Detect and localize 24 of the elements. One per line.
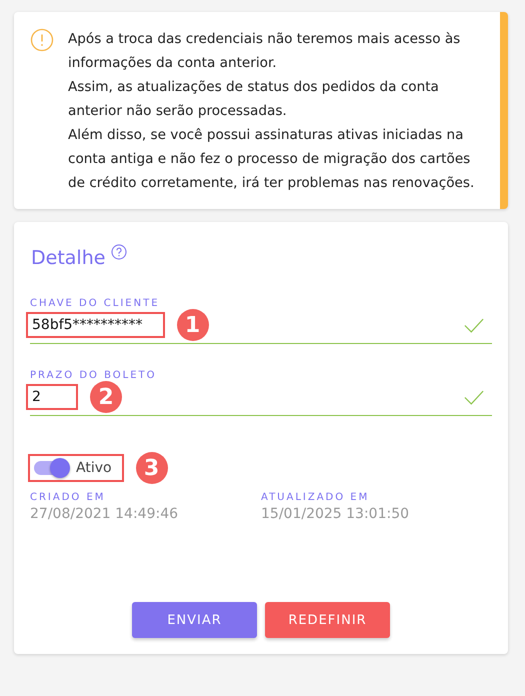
alert-message: Assim, as atualizações de status dos pedidos da conta anterior não serão processadas. xyxy=(68,78,440,121)
alert-message: Além disso, se você possui assinaturas ativas iniciadas na conta antiga e não fez o processo de migração dos cartões de crédito corretamente, irá ter problemas nas renovações. xyxy=(68,126,476,193)
alert-message: Após a troca das credenciais não teremos mais acesso às informações da conta anterior. xyxy=(68,30,462,73)
field-value: 2 xyxy=(26,384,78,410)
field-label: CHAVE DO CLIENTE xyxy=(30,298,161,309)
help-icon[interactable] xyxy=(111,244,128,260)
field-value: 58bf5********** xyxy=(26,312,165,338)
meta-label: ATUALIZADO EM xyxy=(261,492,370,503)
toggle-switch[interactable] xyxy=(34,461,68,475)
section-title: Detalhe xyxy=(31,247,106,269)
submit-button[interactable]: ENVIAR xyxy=(132,602,257,638)
callout-number: 2 xyxy=(90,381,122,413)
warning-icon xyxy=(30,28,54,52)
check-icon xyxy=(464,318,484,332)
field-label: PRAZO DO BOLETO xyxy=(30,370,158,381)
callout-number: 3 xyxy=(136,452,168,484)
check-icon xyxy=(464,390,484,404)
text-field[interactable]: CHAVE DO CLIENTE 58bf5********** 1 xyxy=(30,298,492,344)
meta-value: 27/08/2021 14:49:46 xyxy=(30,506,180,522)
meta-value: 15/01/2025 13:01:50 xyxy=(261,506,410,522)
callout-number: 1 xyxy=(176,309,209,341)
text-field[interactable]: PRAZO DO BOLETO 2 2 xyxy=(30,370,492,416)
meta-label: CRIADO EM xyxy=(30,492,106,503)
toggle-label: Ativo xyxy=(76,460,112,476)
